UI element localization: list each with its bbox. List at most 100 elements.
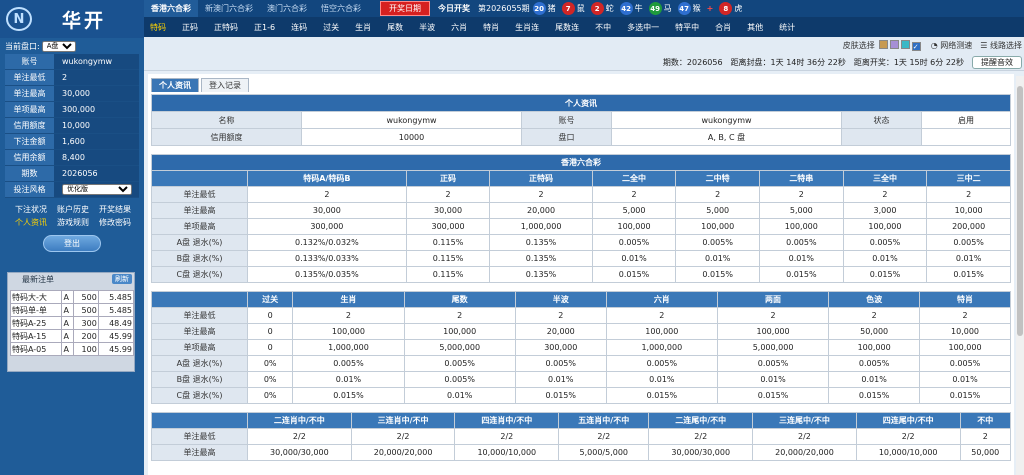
limit-cell: 0.005% <box>605 355 718 372</box>
today-draw-label: 今日开奖 <box>438 4 470 13</box>
limit-cell: 0.005% <box>919 355 1011 372</box>
bet-row: 特码单-单 A 500 5.485 <box>9 303 135 317</box>
info-row: 信用余额 8,400 <box>5 150 139 166</box>
column-header: 正特码 <box>489 170 593 187</box>
result-ball: 49 <box>648 2 662 15</box>
nav-item[interactable]: 生肖 <box>355 22 371 33</box>
nav-item[interactable]: 正特码 <box>214 22 238 33</box>
draw-date-button[interactable]: 开奖日期 <box>380 1 430 16</box>
row-label: 单注最低 <box>151 428 248 445</box>
info-row: 单注最高 30,000 <box>5 86 139 102</box>
lottery-tab[interactable]: 澳门六合彩 <box>260 0 314 17</box>
nav-item[interactable]: 特码 <box>150 22 166 33</box>
row-label: 单注最低 <box>151 186 248 203</box>
nav-item[interactable]: 特肖 <box>483 22 499 33</box>
limit-cell: 0.01% <box>919 371 1011 388</box>
skin-swatch[interactable] <box>878 40 888 49</box>
nav-item[interactable]: 尾数连 <box>555 22 579 33</box>
limit-cell: 0 <box>246 323 294 340</box>
limit-cell: 2 <box>828 307 921 324</box>
column-header: 两面 <box>716 291 830 308</box>
limit-cell: 5,000/5,000 <box>558 444 650 461</box>
sidebar-link[interactable]: 个人资讯 <box>15 217 57 228</box>
nav-item[interactable]: 统计 <box>779 22 795 33</box>
nav-item[interactable]: 半波 <box>419 22 435 33</box>
bet-cell: 特码A-15 <box>9 329 63 343</box>
bet-cell: 特码大-大 <box>9 290 63 304</box>
bet-cell: 500 <box>72 303 99 317</box>
recent-bets-title: 最新注单 <box>22 274 54 284</box>
nav-item[interactable]: 多选中一 <box>627 22 659 33</box>
limit-cell: 2 <box>591 186 677 203</box>
sound-button[interactable]: 提醒音效 <box>972 55 1022 69</box>
info-label: 单项最高 <box>5 102 54 117</box>
zodiac-label: 蛇 <box>605 4 614 13</box>
nav-item[interactable]: 连码 <box>291 22 307 33</box>
nav-item[interactable]: 尾数 <box>387 22 403 33</box>
limit-cell: 2/2 <box>247 428 352 445</box>
bet-cell: A <box>61 342 74 356</box>
limit-row: 单注最低 0 2 2 2 2 2 2 2 <box>151 307 1011 324</box>
special-ball: 8 <box>719 2 733 15</box>
info-value: 10,000 <box>54 118 139 133</box>
nav-item[interactable]: 生肖连 <box>515 22 539 33</box>
content-tab[interactable]: 登入记录 <box>201 78 249 92</box>
limit-cell: 2/2 <box>350 428 456 445</box>
info-row: 单项最高 300,000 <box>5 102 139 118</box>
logout-button[interactable]: 登出 <box>43 235 101 252</box>
limit-cell: 0.005% <box>842 234 928 251</box>
limits-section: 香港六合彩 特码A/特码B 正码 正特码 二全中 二中特 二特串 三全中 三中二 单注最低 2 2 2 2… <box>151 154 1012 467</box>
sidebar-link[interactable]: 账户历史 <box>57 204 99 215</box>
row-label: 单项最高 <box>151 218 248 235</box>
bet-style-select[interactable]: 优化版 <box>62 184 132 195</box>
status-value: 启用 <box>921 111 1011 129</box>
limit-cell: 0.115% <box>405 234 491 251</box>
lottery-tab[interactable]: 新澳门六合彩 <box>198 0 260 17</box>
limit-cell: 100,000 <box>292 323 405 340</box>
nav-item[interactable]: 特平中 <box>675 22 699 33</box>
limit-row: 单注最低 2 2 2 2 2 2 2 2 <box>151 186 1011 203</box>
limit-cell: 0.115% <box>405 250 491 267</box>
row-label: A盘 退水(%) <box>151 355 248 372</box>
lottery-tab[interactable]: 悟空六合彩 <box>314 0 368 17</box>
lottery-tab[interactable]: 香港六合彩 <box>144 0 198 17</box>
limit-cell: 0.005% <box>591 234 677 251</box>
row-label: 单注最高 <box>151 444 248 461</box>
nav-item[interactable]: 不中 <box>595 22 611 33</box>
limit-cell: 5,000 <box>591 202 677 219</box>
plate-select[interactable]: A盘 <box>41 41 76 52</box>
limit-cell: 10,000 <box>926 202 1011 219</box>
nav-item[interactable]: 正码 <box>182 22 198 33</box>
nav-item[interactable]: 其他 <box>747 22 763 33</box>
sidebar-link[interactable]: 下注状况 <box>15 204 57 215</box>
network-test[interactable]: ◔ 网络测速 <box>931 40 973 51</box>
logo-text: 华开 <box>62 9 107 32</box>
limit-cell: 0.01% <box>403 387 516 404</box>
line-select[interactable]: ☰ 线路选择 <box>980 40 1022 51</box>
nav-item[interactable]: 正1-6 <box>254 22 275 33</box>
skin-swatch[interactable] <box>900 40 910 49</box>
scrollbar[interactable] <box>1016 76 1024 475</box>
skin-swatch[interactable] <box>889 40 899 49</box>
limit-cell: 0.135%/0.035% <box>247 266 407 283</box>
sidebar-link[interactable]: 修改密码 <box>99 217 141 228</box>
account-label: 账号 <box>521 111 612 129</box>
row-label: A盘 退水(%) <box>151 234 248 251</box>
sidebar-link[interactable]: 开奖结果 <box>99 204 141 215</box>
scrollbar-thumb[interactable] <box>1017 86 1023 336</box>
nav-item[interactable]: 过关 <box>323 22 339 33</box>
limit-cell: 2 <box>403 307 516 324</box>
refresh-button[interactable]: 刷新 <box>112 274 132 284</box>
limit-cell: 0.005% <box>828 355 921 372</box>
content-tab[interactable]: 个人资讯 <box>151 78 199 92</box>
limit-cell: 0 <box>246 339 294 356</box>
nav-item[interactable]: 合肖 <box>715 22 731 33</box>
skin-swatch[interactable]: ✓ <box>911 42 921 51</box>
nav-item[interactable]: 六肖 <box>451 22 467 33</box>
info-row: 单注最低 2 <box>5 70 139 86</box>
sidebar-link[interactable]: 游戏规则 <box>57 217 99 228</box>
limit-cell: 0.015% <box>591 266 677 283</box>
bet-cell: 100 <box>72 342 99 356</box>
limit-cell: 0.01% <box>605 371 718 388</box>
logo-icon: N <box>6 7 32 31</box>
